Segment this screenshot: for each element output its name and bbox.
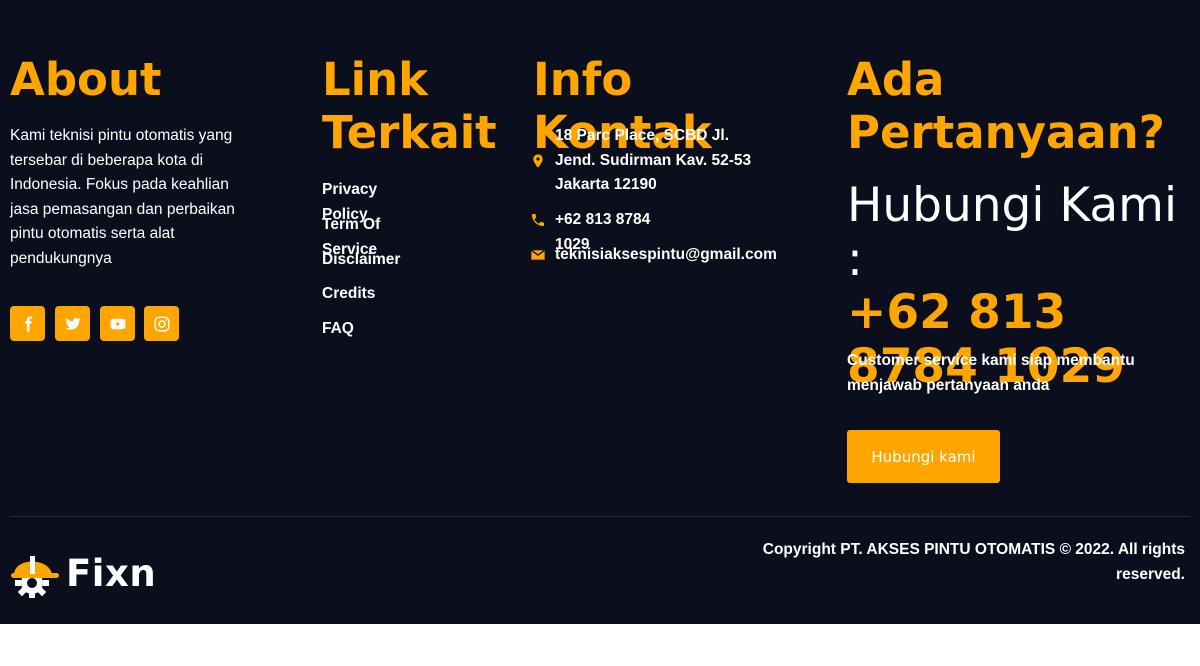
twitter-icon bbox=[65, 317, 81, 330]
twitter-button[interactable] bbox=[55, 306, 90, 341]
site-logo[interactable]: Fixn bbox=[10, 547, 156, 599]
cta-heading: Ada Pertanyaan? bbox=[847, 53, 1165, 159]
contact-address: 18 Parc Place, SCBD Jl. Jend. Sudirman K… bbox=[555, 127, 752, 193]
links-heading: Link Terkait bbox=[322, 53, 497, 159]
facebook-button[interactable] bbox=[10, 306, 45, 341]
link-faq[interactable]: FAQ bbox=[322, 317, 402, 342]
contact-email-link[interactable]: teknisiaksespintu@gmail.com bbox=[555, 243, 815, 268]
link-disclaimer[interactable]: Disclaimer bbox=[322, 248, 402, 273]
site-footer: About Kami teknisi pintu otomatis yang t… bbox=[0, 0, 1200, 624]
link-credits[interactable]: Credits bbox=[322, 282, 402, 307]
contact-us-button[interactable]: Hubungi kami bbox=[847, 430, 1000, 483]
facebook-icon bbox=[24, 316, 32, 331]
youtube-icon bbox=[110, 318, 125, 329]
about-heading: About bbox=[10, 53, 162, 106]
phone-icon bbox=[532, 214, 544, 226]
instagram-button[interactable] bbox=[144, 306, 179, 341]
cta-description: Customer service kami siap membantu menj… bbox=[847, 352, 1135, 394]
location-icon bbox=[533, 154, 543, 168]
copyright-text: Copyright PT. AKSES PINTU OTOMATIS © 202… bbox=[762, 541, 1185, 583]
cta-subheading: Hubungi Kami : bbox=[847, 178, 1178, 287]
email-icon bbox=[530, 249, 546, 260]
logo-text: Fixn bbox=[66, 551, 157, 595]
about-description: Kami teknisi pintu otomatis yang terseba… bbox=[10, 127, 235, 267]
helmet-gear-icon bbox=[11, 556, 59, 598]
youtube-button[interactable] bbox=[100, 306, 135, 341]
instagram-icon bbox=[154, 316, 169, 331]
footer-divider bbox=[10, 516, 1190, 517]
